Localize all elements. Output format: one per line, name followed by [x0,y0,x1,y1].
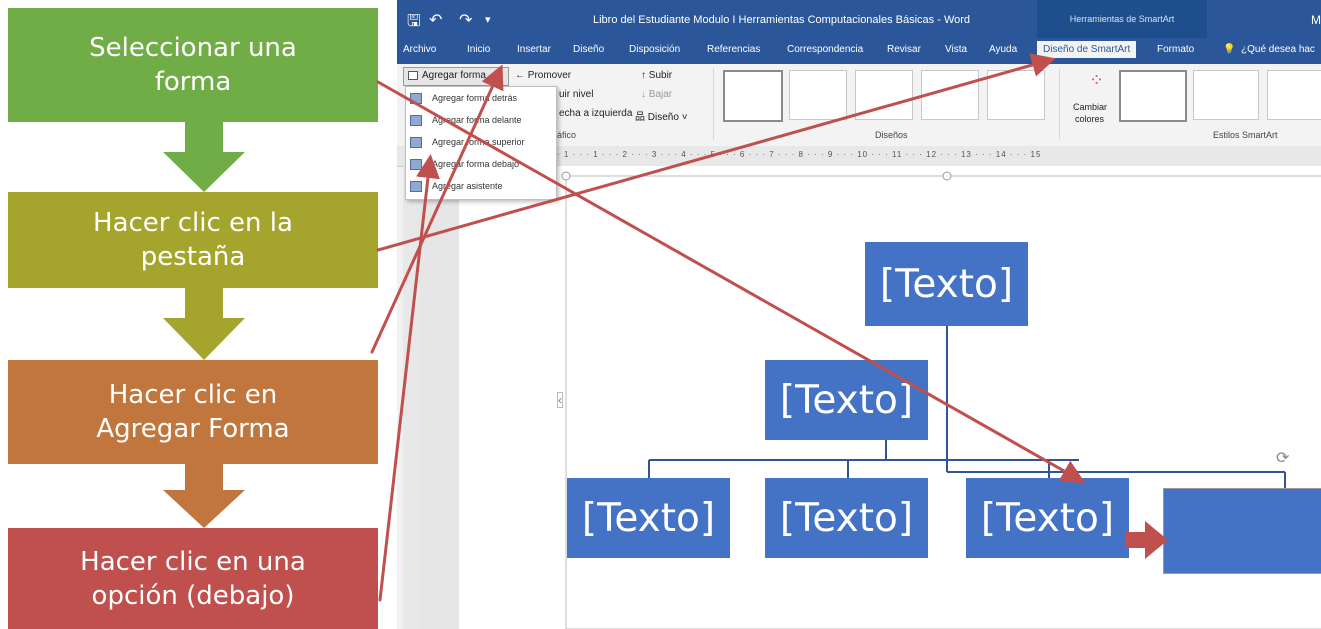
rotate-handle-icon[interactable]: ⟳ [1276,448,1289,468]
add-below-icon [410,159,422,170]
tab-inicio[interactable]: Inicio [467,44,490,55]
promote-button[interactable]: ← Promover [515,70,571,81]
ribbon-tabs: Archivo Inicio Insertar Diseño Disposici… [397,38,1321,64]
layouts-group-label: Diseños [875,130,908,140]
step-line: Seleccionar una [89,33,297,63]
step-click-add-shape: Hacer clic en Agregar Forma [8,360,378,464]
menu-add-shape-after[interactable]: Agregar forma detrás [406,89,556,109]
down-arrow-icon [163,122,245,192]
tab-referencias[interactable]: Referencias [707,44,760,55]
menu-item-label: Agregar forma detrás [432,93,518,103]
menu-add-shape-below[interactable]: Agregar forma debajo [406,155,556,175]
step-line: pestaña [140,242,246,272]
document-area: ‹ ⟳ [Texto] [Texto] [Texto] [Texto] [Tex… [419,166,1321,629]
step-line: Hacer clic en una [80,546,306,577]
contextual-tab-title: Herramientas de SmartArt [1037,0,1207,38]
menu-add-shape-above[interactable]: Agregar forma superior [406,133,556,153]
word-window: 🖫 ↶ ↷ ▾ Libro del Estudiante Modulo I He… [397,0,1321,629]
layout-gallery-item[interactable] [789,70,847,120]
add-shape-icon [408,71,418,80]
layout-gallery-item[interactable] [723,70,783,122]
add-before-icon [410,115,422,126]
steps-panel: Seleccionar una forma Hacer clic en la p… [0,0,397,629]
tab-correspondencia[interactable]: Correspondencia [787,44,863,55]
lightbulb-icon: 💡 [1223,44,1236,55]
redo-icon[interactable]: ↷ [459,10,472,30]
ruler-ticks: · 1 · · · 1 · · · 2 · · · 3 · · · 4 · · … [557,150,1042,159]
menu-item-label: Agregar forma debajo [432,159,520,169]
layout-gallery-item[interactable] [921,70,979,120]
user-initial[interactable]: M [1311,13,1321,27]
save-icon[interactable]: 🖫 [407,10,421,37]
tab-disposicion[interactable]: Disposición [629,44,680,55]
menu-add-assistant[interactable]: Agregar asistente [406,177,556,197]
move-down-label: Bajar [648,89,673,100]
step-select-shape: Seleccionar una forma [8,8,378,122]
tab-vista[interactable]: Vista [945,44,967,55]
smartart-box-child[interactable]: [Texto] [966,478,1129,558]
undo-icon[interactable]: ↶ [429,10,442,30]
add-above-icon [410,137,422,148]
collapse-icon[interactable]: ‹ [557,392,563,408]
layout-gallery-item[interactable] [855,70,913,120]
smartart-box-assistant[interactable]: [Texto] [765,360,928,440]
right-to-left-button[interactable]: echa a izquierda [559,108,632,119]
add-assistant-icon [410,181,422,192]
step-line: Hacer clic en la [93,208,293,238]
smartart-box-child[interactable]: [Texto] [567,478,730,558]
style-gallery-item[interactable] [1267,70,1321,120]
tab-revisar[interactable]: Revisar [887,44,921,55]
smartart-box-top[interactable]: [Texto] [865,242,1028,326]
group-separator [1059,68,1060,140]
tab-diseno-smartart[interactable]: Diseño de SmartArt [1037,41,1137,58]
style-gallery-item[interactable] [1193,70,1259,120]
step-line: Agregar Forma [96,414,290,444]
tell-me-search[interactable]: ¿Qué desea hac [1241,44,1315,55]
add-after-icon [410,93,422,104]
step-line: opción (debajo) [91,580,295,611]
vertical-ruler [403,166,420,629]
tab-diseno[interactable]: Diseño [573,44,604,55]
change-colors-button[interactable]: Cambiar [1073,102,1107,112]
customize-qat-icon[interactable]: ▾ [485,13,491,26]
add-shape-menu: Agregar forma detrás Agregar forma delan… [405,86,557,200]
style-gallery-item[interactable] [1119,70,1187,122]
layout-label: Diseño [647,112,679,123]
tab-insertar[interactable]: Insertar [517,44,551,55]
create-graphic-group-label: áfico [557,130,577,140]
color-palette-icon: ⁘ [1089,70,1105,90]
document-page: ‹ ⟳ [Texto] [Texto] [Texto] [Texto] [Tex… [459,166,1321,629]
demote-button[interactable]: uir nivel [559,89,593,100]
step-click-option: Hacer clic en una opción (debajo) [8,528,378,629]
down-arrow-icon [163,288,245,360]
change-colors-label: colores [1075,114,1105,124]
layout-button[interactable]: 品 Diseño ˅ [635,108,688,123]
smartart-box-child[interactable]: [Texto] [765,478,928,558]
menu-item-label: Agregar asistente [432,181,503,191]
menu-item-label: Agregar forma superior [432,137,525,147]
tab-ayuda[interactable]: Ayuda [989,44,1017,55]
down-arrow-icon [163,464,245,528]
tab-formato[interactable]: Formato [1157,44,1194,55]
move-down-button[interactable]: ↓ Bajar [641,89,672,100]
step-line: forma [154,67,232,97]
step-click-tab: Hacer clic en la pestaña [8,192,378,288]
menu-item-label: Agregar forma delante [432,115,522,125]
group-separator [713,68,714,140]
move-up-label: Subir [648,70,673,81]
add-shape-button[interactable]: Agregar forma [403,67,509,86]
smartart-box-new-selected[interactable] [1163,488,1321,574]
title-bar: 🖫 ↶ ↷ ▾ Libro del Estudiante Modulo I He… [397,0,1321,38]
styles-group-label: Estilos SmartArt [1213,130,1278,140]
tab-archivo[interactable]: Archivo [403,44,436,55]
step-line: Hacer clic en [108,380,278,410]
add-shape-label: Agregar forma [422,70,486,81]
menu-add-shape-before[interactable]: Agregar forma delante [406,111,556,131]
layout-gallery-item[interactable] [987,70,1045,120]
document-title: Libro del Estudiante Modulo I Herramient… [593,14,971,26]
promote-label: Promover [527,70,572,81]
move-up-button[interactable]: ↑ Subir [641,70,672,81]
